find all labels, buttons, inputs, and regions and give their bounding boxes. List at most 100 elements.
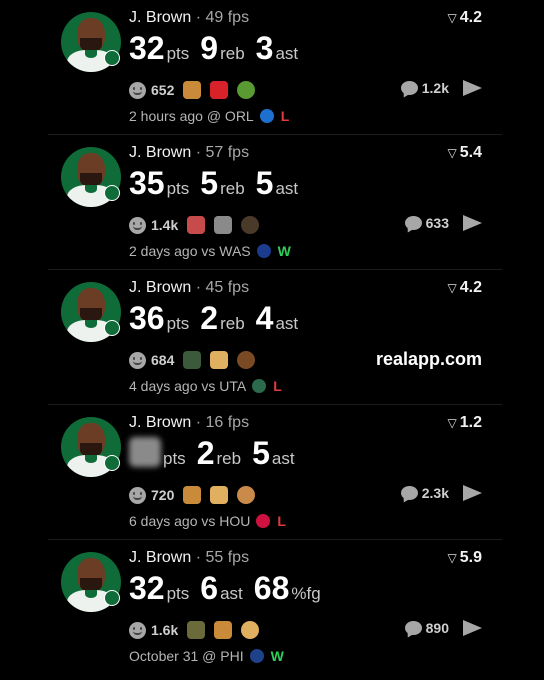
post-card[interactable]: J. Brown · 45 fps ▽ 4.2 36 pts 2 reb 4 ast 684 rea… [48, 270, 502, 404]
comment-bubble-icon[interactable] [404, 621, 422, 635]
hand-gesture-emoji[interactable] [187, 621, 206, 639]
game-result: W [270, 648, 284, 664]
nauseated-face-emoji[interactable] [237, 81, 256, 99]
stat-unit: pts [166, 179, 190, 198]
player-name[interactable]: J. Brown · 45 fps [129, 279, 249, 297]
send-icon[interactable] [463, 485, 482, 501]
game-text: October 31 @ PHI [129, 648, 244, 664]
comment-count: 633 [425, 215, 449, 231]
game-result: L [277, 513, 286, 529]
person-emoji[interactable] [183, 351, 202, 369]
person-tipping-hand-emoji[interactable] [214, 621, 233, 639]
game-result: L [273, 378, 282, 394]
fps-label: · 55 fps [195, 549, 250, 566]
score-value: 5.9 [459, 549, 482, 566]
smile-reaction-icon[interactable] [129, 216, 146, 234]
smile-reaction-icon[interactable] [129, 621, 146, 639]
game-result: L [280, 108, 290, 124]
fps-label: · 45 fps [195, 279, 250, 296]
player-name-text: J. Brown [129, 144, 192, 161]
send-icon[interactable] [463, 215, 482, 231]
game-info[interactable]: 6 days ago vs HOU L [129, 513, 286, 529]
avatar-collar [85, 455, 97, 463]
score-triangle-icon: ▽ [447, 416, 457, 430]
stat-line: pts 2 reb 5 ast [129, 435, 306, 472]
post-card[interactable]: J. Brown · 49 fps ▽ 4.2 32 pts 9 reb 3 ast 652 1.2… [48, 0, 502, 134]
stat-value: 9 [200, 30, 219, 66]
game-text: 4 days ago vs UTA [129, 378, 247, 394]
goat-emoji[interactable] [214, 216, 233, 234]
team-logo-icon [104, 185, 120, 201]
stat-value: 36 [129, 300, 165, 336]
stat-unit: %fg [291, 584, 321, 603]
reaction-count: 720 [151, 487, 175, 503]
stat-value: 35 [129, 165, 165, 201]
player-name[interactable]: J. Brown · 16 fps [129, 414, 249, 432]
player-name-text: J. Brown [129, 414, 192, 431]
smile-reaction-icon[interactable] [129, 81, 146, 99]
team-logo-icon [104, 590, 120, 606]
send-icon[interactable] [463, 80, 482, 96]
stat-unit: ast [275, 179, 299, 198]
stat-value: 2 [196, 435, 215, 471]
comment-area[interactable]: 1.2k [400, 80, 482, 96]
comment-bubble-icon[interactable] [400, 486, 418, 500]
comment-area[interactable]: 2.3k [400, 485, 482, 501]
stat-unit: reb [220, 179, 245, 198]
stat-unit: pts [166, 44, 190, 63]
stat-unit: reb [220, 44, 245, 63]
smile-reaction-icon[interactable] [129, 486, 146, 504]
score-triangle-icon: ▽ [447, 11, 457, 25]
stat-unit: reb [216, 449, 242, 468]
score-value: 4.2 [459, 279, 482, 296]
blurred-stat-value [129, 437, 161, 467]
stat-value: 5 [200, 165, 219, 201]
team-logo-icon [104, 320, 120, 336]
baby-emoji[interactable] [210, 486, 229, 504]
post-card[interactable]: J. Brown · 57 fps ▽ 5.4 35 pts 5 reb 5 ast 1.4k 63… [48, 135, 502, 269]
baby-emoji[interactable] [210, 351, 229, 369]
player-name-text: J. Brown [129, 9, 192, 26]
comment-bubble-icon[interactable] [404, 216, 422, 230]
game-info[interactable]: 2 hours ago @ ORL L [129, 108, 289, 124]
fps-label: · 49 fps [195, 9, 250, 26]
avatar-collar [85, 320, 97, 328]
stat-unit: pts [166, 584, 190, 603]
score-badge: ▽ 4.2 [448, 9, 482, 27]
post-card[interactable]: J. Brown · 55 fps ▽ 5.9 32 pts 6 ast 68 %fg 1.6k 8… [48, 540, 502, 674]
guitar-player-emoji[interactable] [241, 216, 260, 234]
comment-bubble-icon[interactable] [400, 81, 418, 95]
baby-emoji[interactable] [241, 621, 260, 639]
stat-unit: ast [271, 449, 295, 468]
player-name[interactable]: J. Brown · 55 fps [129, 549, 249, 567]
player-name[interactable]: J. Brown · 49 fps [129, 9, 249, 27]
reaction-row: 720 [129, 484, 264, 506]
stat-value: 2 [200, 300, 219, 336]
person-tipping-hand-emoji[interactable] [183, 486, 202, 504]
cookie-emoji[interactable] [237, 486, 256, 504]
barber-pole-emoji[interactable] [187, 216, 206, 234]
stat-unit: reb [220, 314, 245, 333]
reaction-row: 652 [129, 79, 264, 101]
comment-area[interactable]: 890 [404, 620, 482, 636]
stat-line: 36 pts 2 reb 4 ast [129, 300, 309, 337]
stat-unit: ast [275, 314, 299, 333]
orl-logo-icon [259, 109, 274, 123]
game-info[interactable]: 4 days ago vs UTA L [129, 378, 282, 394]
team-logo-icon [104, 50, 120, 66]
player-name[interactable]: J. Brown · 57 fps [129, 144, 249, 162]
avatar-collar [85, 590, 97, 598]
pile-of-poo-emoji[interactable] [237, 351, 256, 369]
player-name-text: J. Brown [129, 279, 192, 296]
stat-line: 32 pts 6 ast 68 %fg [129, 570, 332, 607]
person-tipping-hand-emoji[interactable] [183, 81, 202, 99]
comment-area[interactable]: 633 [404, 215, 482, 231]
game-info[interactable]: 2 days ago vs WAS W [129, 243, 291, 259]
stat-unit: ast [220, 584, 243, 603]
send-icon[interactable] [463, 620, 482, 636]
smile-reaction-icon[interactable] [129, 351, 146, 369]
game-info[interactable]: October 31 @ PHI W [129, 648, 284, 664]
turkey-flag-emoji[interactable] [210, 81, 229, 99]
post-card[interactable]: J. Brown · 16 fps ▽ 1.2 pts 2 reb 5 ast 720 2.3k 6… [48, 405, 502, 539]
game-text: 6 days ago vs HOU [129, 513, 251, 529]
